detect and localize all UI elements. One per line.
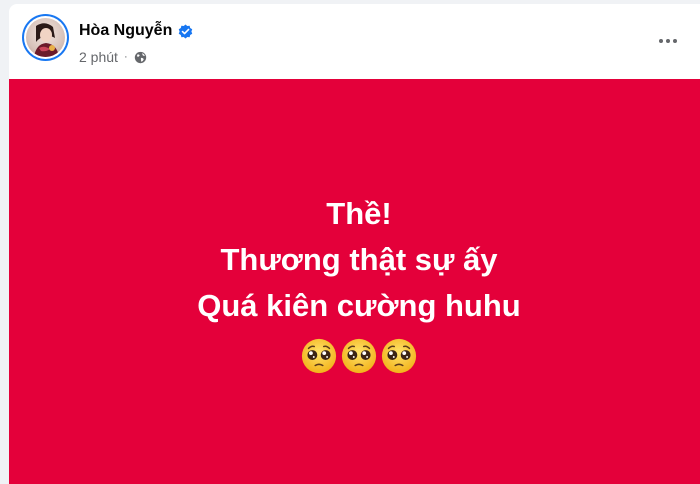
globe-icon[interactable]	[134, 51, 147, 64]
post-header: Hòa Nguyễn 2 phút ·	[9, 4, 700, 79]
verified-badge-icon	[179, 23, 193, 39]
more-options-icon[interactable]	[655, 28, 681, 54]
author-name[interactable]: Hòa Nguyễn	[79, 22, 172, 40]
post-card: Hòa Nguyễn 2 phút · Thề! Thương thật sự …	[9, 4, 700, 484]
avatar[interactable]	[22, 14, 69, 61]
pleading-face-emoji-icon	[301, 338, 337, 374]
post-content-background: Thề! Thương thật sự ấy Quá kiên cường hu…	[9, 79, 700, 484]
profile-photo	[26, 18, 65, 57]
pleading-face-emoji-icon	[341, 338, 377, 374]
profile-photo-illustration	[34, 23, 59, 57]
post-text: Thề! Thương thật sự ấy Quá kiên cường hu…	[9, 191, 700, 329]
meta-separator: ·	[123, 51, 128, 63]
emoji-row	[9, 337, 700, 375]
post-text-line: Thương thật sự ấy	[220, 242, 498, 277]
pleading-face-emoji-icon	[381, 338, 417, 374]
post-text-line: Thề!	[326, 196, 392, 231]
post-text-line: Quá kiên cường huhu	[197, 288, 521, 323]
post-timestamp[interactable]: 2 phút	[79, 49, 118, 65]
